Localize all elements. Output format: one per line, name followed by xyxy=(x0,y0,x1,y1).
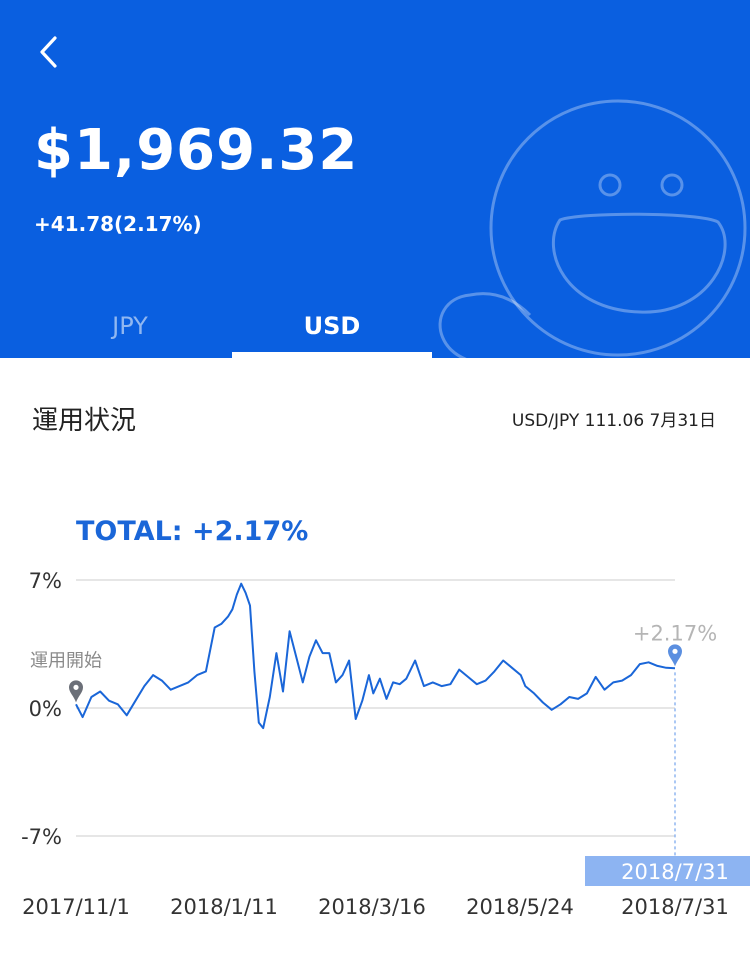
x-tick-label: 2018/3/16 xyxy=(318,895,426,919)
tab-usd[interactable]: USD xyxy=(232,312,432,340)
portfolio-header: $1,969.32 +41.78(2.17%) JPY USD xyxy=(0,0,750,358)
x-tick-label: 2018/7/31 xyxy=(621,895,729,919)
tab-jpy[interactable]: JPY xyxy=(30,312,230,340)
total-amount: $1,969.32 xyxy=(34,118,359,183)
y-tick-label: -7% xyxy=(21,825,62,849)
chart-title: TOTAL: +2.17% xyxy=(76,516,309,547)
performance-chart[interactable]: 7% 0% -7% 2017/11/1 2018/1/11 2018/3/16 2018/… xyxy=(0,550,750,930)
y-tick-label: 0% xyxy=(29,697,62,721)
start-label: 運用開始 xyxy=(30,650,102,671)
end-value-label: +2.17% xyxy=(633,621,717,645)
x-tick-label: 2018/5/24 xyxy=(466,895,574,919)
x-tick-label: 2017/11/1 xyxy=(22,895,130,919)
series-line xyxy=(75,582,676,730)
daily-change: +41.78(2.17%) xyxy=(34,212,202,236)
fx-rate: USD/JPY 111.06 7月31日 xyxy=(511,411,716,431)
x-tick-label: 2018/1/11 xyxy=(170,895,278,919)
y-tick-label: 7% xyxy=(29,569,62,593)
start-marker xyxy=(69,680,83,703)
section-title: 運用状況 xyxy=(32,406,137,436)
current-date-badge-text: 2018/7/31 xyxy=(621,860,729,884)
chevron-left-icon xyxy=(40,36,57,68)
end-marker xyxy=(668,644,682,667)
back-button[interactable] xyxy=(28,28,68,76)
selected-tab-indicator xyxy=(232,352,432,358)
